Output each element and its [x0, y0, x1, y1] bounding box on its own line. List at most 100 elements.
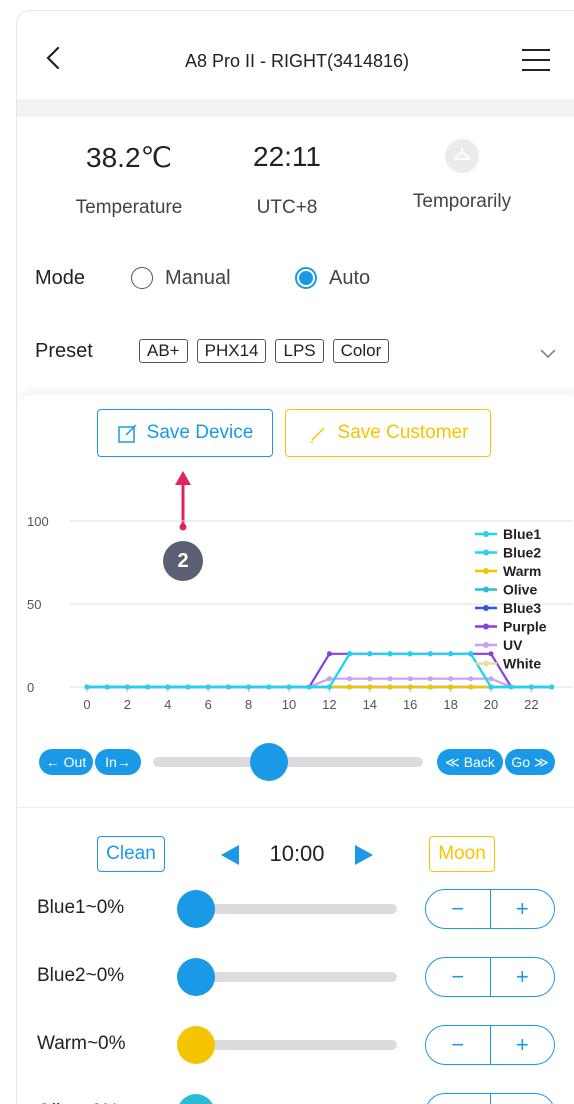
legend-label: Blue2: [503, 545, 541, 561]
temporarily-label: Temporarily: [412, 191, 512, 212]
channel-label: Blue2~0%: [37, 965, 125, 986]
channel-label: Warm~0%: [37, 1033, 126, 1054]
increment-button[interactable]: +: [491, 890, 555, 928]
timeline-slider-thumb[interactable]: [250, 743, 289, 781]
data-point-uv: [488, 676, 494, 682]
data-point-blue1: [448, 651, 454, 657]
data-point-warm: [407, 684, 413, 690]
legend-swatch-dot: [483, 568, 489, 574]
temperature-stat-label: Temperature: [49, 197, 209, 219]
preset-tag-color[interactable]: Color: [332, 339, 390, 363]
data-point-warm: [427, 684, 433, 690]
data-point-purple: [488, 651, 494, 657]
data-point-blue1: [549, 684, 555, 690]
preset-tag-abplus[interactable]: AB+: [139, 339, 188, 363]
series-line-uv: [87, 677, 552, 689]
data-point-warm: [468, 684, 474, 690]
app-frame: A8 Pro II - RIGHT(3414816) 38.2℃ Tempera…: [16, 10, 574, 1104]
clean-button[interactable]: Clean: [97, 836, 165, 872]
lamp-icon[interactable]: [445, 139, 479, 173]
data-point-blue1: [165, 684, 171, 690]
decrement-button[interactable]: −: [426, 890, 491, 928]
x-tick-label: 8: [245, 697, 252, 712]
moon-button[interactable]: Moon: [429, 836, 495, 872]
data-point-uv: [326, 676, 332, 682]
go-button[interactable]: Go ≫: [505, 749, 555, 775]
hamburger-menu-icon[interactable]: [522, 49, 550, 71]
legend-swatch-dot: [483, 531, 489, 537]
x-tick-label: 16: [403, 697, 417, 712]
preset-tag-phx14[interactable]: PHX14: [196, 339, 267, 363]
data-point-blue1: [266, 684, 272, 690]
legend-swatch-dot: [483, 642, 489, 648]
data-point-uv: [367, 676, 373, 682]
previous-time-icon[interactable]: [217, 843, 241, 867]
edit-icon: [117, 424, 137, 443]
x-tick-label: 6: [205, 697, 212, 712]
y-tick-label: 100: [27, 514, 49, 529]
temperature-label: Temperature: [75, 197, 183, 218]
mode-label: Mode: [35, 266, 86, 289]
data-point-warm: [367, 684, 373, 690]
header-divider: [17, 99, 574, 117]
data-point-blue1: [468, 651, 474, 657]
channel-slider-track[interactable]: [187, 904, 397, 914]
legend-swatch-dot: [483, 586, 489, 593]
data-point-blue1: [225, 684, 231, 690]
back-button[interactable]: ≪ Back: [437, 749, 503, 775]
increment-button[interactable]: +: [491, 1026, 555, 1064]
x-tick-label: 0: [83, 697, 90, 712]
data-point-blue1: [124, 684, 130, 690]
decrement-button[interactable]: −: [426, 1026, 491, 1064]
time-value: 22:11: [253, 141, 321, 172]
data-point-blue1: [508, 684, 514, 690]
channel-slider-track[interactable]: [187, 972, 397, 982]
pencil-icon: [310, 427, 325, 443]
data-point-blue1: [185, 684, 191, 690]
channel-slider-thumb[interactable]: [177, 958, 215, 996]
in-button[interactable]: In→: [95, 749, 141, 775]
channel-slider-thumb[interactable]: [177, 1026, 215, 1064]
channel-label: Blue1~0%: [37, 897, 125, 918]
save-device-button[interactable]: Save Device: [97, 409, 273, 457]
decrement-button[interactable]: −: [426, 958, 491, 996]
x-tick-label: 2: [124, 697, 131, 712]
mode-row: Mode Manual Auto: [35, 263, 370, 293]
increment-button[interactable]: +: [491, 1094, 555, 1104]
data-point-warm: [387, 684, 393, 690]
decrement-button[interactable]: −: [426, 1094, 491, 1104]
data-point-uv: [407, 676, 413, 682]
data-point-purple: [326, 651, 332, 657]
data-point-uv: [427, 676, 433, 682]
legend-label: Blue1: [503, 526, 541, 542]
data-point-blue1: [306, 684, 312, 690]
manual-radio-label[interactable]: Manual: [165, 267, 295, 290]
out-button[interactable]: ← Out: [39, 749, 93, 775]
data-point-blue1: [84, 684, 90, 690]
channel-slider-track[interactable]: [187, 1040, 397, 1050]
auto-radio[interactable]: [295, 267, 317, 289]
data-point-blue1: [488, 684, 494, 690]
auto-radio-label[interactable]: Auto: [329, 267, 370, 290]
temperature-value: 38.2℃: [86, 142, 172, 173]
chevron-down-icon[interactable]: [539, 344, 557, 362]
lamp-stat-label: Temporarily: [387, 191, 537, 213]
x-tick-label: 10: [282, 697, 296, 712]
data-point-uv: [387, 676, 393, 682]
data-point-blue1: [367, 651, 373, 657]
channel-slider-thumb[interactable]: [177, 890, 215, 928]
page-title: A8 Pro II - RIGHT(3414816): [184, 51, 410, 71]
schedule-chart: 0 50 100 0 2 4 6 8 10 12 14 16 18 20 22 Blue1 Blue2 Warm O…: [27, 514, 573, 712]
manual-radio[interactable]: [131, 267, 153, 289]
save-customer-button[interactable]: Save Customer: [285, 409, 491, 457]
increment-button[interactable]: +: [491, 958, 555, 996]
timezone-label: UTC+8: [256, 197, 318, 218]
data-point-blue1: [104, 684, 110, 690]
legend-label: Olive: [503, 582, 537, 598]
x-tick-label: 4: [164, 697, 171, 712]
legend-swatch-dot: [483, 623, 489, 630]
temperature-stat: 38.2℃: [49, 141, 209, 174]
preset-tag-lps[interactable]: LPS: [275, 339, 324, 363]
next-time-icon[interactable]: [353, 843, 377, 867]
data-point-blue1: [205, 684, 211, 690]
